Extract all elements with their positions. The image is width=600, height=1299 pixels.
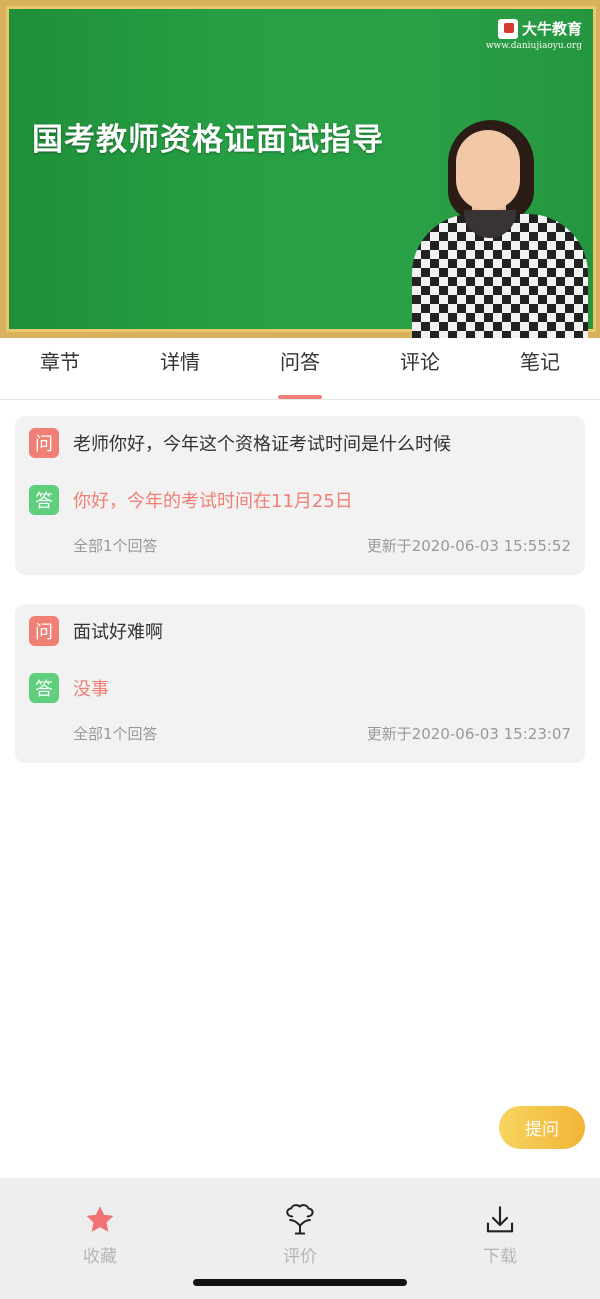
answer-badge: 答 [29, 673, 59, 703]
brand-logo-icon [497, 18, 518, 39]
rate-label: 评价 [283, 1247, 317, 1267]
qa-card[interactable]: 问 老师你好，今年这个资格证考试时间是什么时候 答 你好，今年的考试时间在11月… [15, 416, 585, 575]
tab-details[interactable]: 详情 [120, 338, 240, 399]
question-text: 老师你好，今年这个资格证考试时间是什么时候 [73, 434, 451, 455]
tab-notes[interactable]: 笔记 [480, 338, 600, 399]
updated-time: 更新于2020-06-03 15:55:52 [366, 537, 571, 555]
video-player[interactable]: 国考教师资格证面试指导 大牛教育 www.daniujiaoyu.org [0, 0, 600, 338]
ask-question-button[interactable]: 提问 [499, 1106, 585, 1149]
answer-count-link[interactable]: 全部1个回答 [73, 723, 158, 744]
qa-card[interactable]: 问 面试好难啊 答 没事 全部1个回答 更新于2020-06-03 15:23:… [15, 604, 585, 763]
answer-badge: 答 [29, 485, 59, 515]
tab-chapters[interactable]: 章节 [0, 338, 120, 399]
question-badge: 问 [29, 616, 59, 646]
home-indicator [193, 1279, 407, 1286]
active-tab-indicator [278, 395, 322, 399]
answer-text: 没事 [73, 679, 109, 700]
teacher-figure [410, 118, 590, 338]
favorite-button[interactable]: 收藏 [0, 1178, 200, 1299]
rating-icon [282, 1202, 318, 1238]
download-label: 下载 [483, 1247, 517, 1267]
download-button[interactable]: 下载 [400, 1178, 600, 1299]
qa-list: 问 老师你好，今年这个资格证考试时间是什么时候 答 你好，今年的考试时间在11月… [15, 416, 585, 792]
answer-text: 你好，今年的考试时间在11月25日 [73, 491, 353, 512]
course-tabs: 章节 详情 问答 评论 笔记 [0, 338, 600, 400]
tab-comments[interactable]: 评论 [360, 338, 480, 399]
favorite-label: 收藏 [83, 1247, 117, 1267]
answer-count-link[interactable]: 全部1个回答 [73, 535, 158, 556]
question-badge: 问 [29, 428, 59, 458]
brand-logo: 大牛教育 www.daniujiaoyu.org [486, 18, 582, 51]
brand-name: 大牛教育 [521, 20, 582, 38]
updated-time: 更新于2020-06-03 15:23:07 [366, 725, 571, 743]
video-title: 国考教师资格证面试指导 [32, 122, 384, 158]
star-icon [82, 1202, 118, 1238]
tab-qa-label: 问答 [280, 350, 320, 374]
download-icon [482, 1202, 518, 1238]
tab-qa[interactable]: 问答 [240, 338, 360, 399]
question-text: 面试好难啊 [73, 622, 163, 643]
brand-url: www.daniujiaoyu.org [485, 41, 582, 51]
